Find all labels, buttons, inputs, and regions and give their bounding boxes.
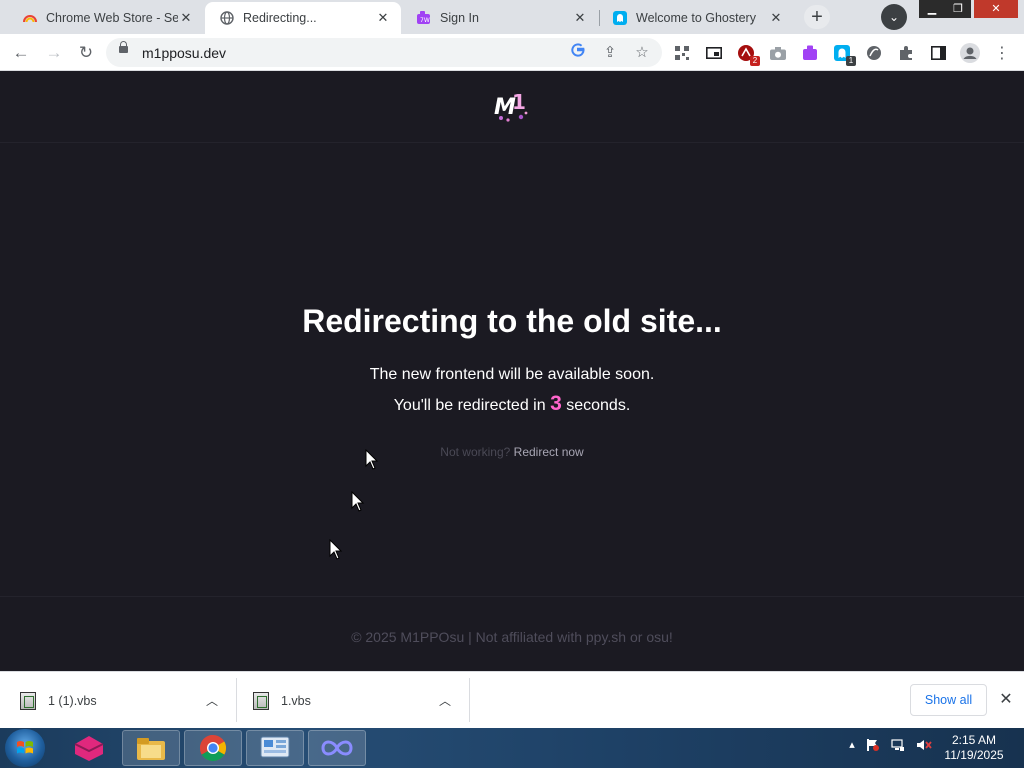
ghostery-icon <box>612 10 628 26</box>
back-button[interactable]: ← <box>8 40 34 66</box>
windows-logo-icon <box>17 741 33 754</box>
mouse-cursor-icon <box>351 491 365 512</box>
tab-redirecting[interactable]: Redirecting... ✕ <box>205 2 401 34</box>
address-bar[interactable]: m1pposu.dev ⇪ ☆ <box>106 38 662 67</box>
redirect-now-link[interactable]: Redirect now <box>514 445 584 459</box>
tab-chrome-web-store[interactable]: Chrome Web Store - Sea ✕ <box>8 2 204 34</box>
close-icon[interactable]: ✕ <box>996 688 1016 712</box>
profile-avatar-icon[interactable] <box>959 42 981 64</box>
tab-ghostery[interactable]: Welcome to Ghostery ✕ <box>598 2 794 34</box>
tab-title: Redirecting... <box>243 11 317 25</box>
network-icon[interactable] <box>891 738 905 754</box>
download-filename: 1.vbs <box>281 693 311 708</box>
picture-in-picture-icon[interactable] <box>703 42 725 64</box>
footer-text: © 2025 M1PPOsu | Not affiliated with ppy… <box>351 629 673 645</box>
start-button[interactable] <box>5 729 45 767</box>
share-icon[interactable]: ⇪ <box>600 43 620 63</box>
action-center-flag-icon[interactable] <box>866 738 880 754</box>
kraken-app-icon <box>74 736 104 761</box>
extensions-puzzle-icon[interactable] <box>895 42 917 64</box>
download-item[interactable]: 1.vbs <box>233 672 469 729</box>
globe-icon <box>219 10 235 26</box>
page-title: Redirecting to the old site... <box>302 303 722 339</box>
lock-icon[interactable] <box>119 41 128 53</box>
leaf-extension-icon[interactable] <box>863 42 885 64</box>
svg-text:1: 1 <box>512 90 526 114</box>
countdown-value: 3 <box>550 392 562 415</box>
extension-badge: 1 <box>846 56 856 66</box>
not-working-label: Not working? <box>440 445 511 459</box>
new-tab-button[interactable]: + <box>804 5 830 29</box>
close-icon[interactable]: ✕ <box>178 10 194 26</box>
site-header: M 1 <box>0 71 1024 143</box>
control-panel-icon <box>260 736 290 758</box>
extension-teal-icon[interactable]: 1 <box>831 42 856 66</box>
url-text[interactable]: m1pposu.dev <box>142 45 226 61</box>
qr-code-icon[interactable] <box>671 42 693 64</box>
restore-button[interactable]: ❐ <box>945 0 971 18</box>
mouse-cursor-icon <box>329 539 343 560</box>
availability-message: The new frontend will be available soon. <box>369 366 655 383</box>
chevron-up-icon[interactable]: ︿ <box>206 692 218 709</box>
taskbar-chrome[interactable] <box>184 730 242 766</box>
volume-muted-icon[interactable] <box>916 738 932 754</box>
divider <box>469 678 470 722</box>
minimize-button[interactable]: ▁ <box>919 0 945 18</box>
tab-search-button[interactable]: ⌄ <box>881 4 907 30</box>
close-icon[interactable]: ✕ <box>768 10 784 26</box>
browser-toolbar: ← → ↻ m1pposu.dev ⇪ ☆ 2 1 ⋮ <box>0 34 1024 71</box>
countdown-prefix: You'll be redirected in <box>393 397 546 414</box>
window-close-button[interactable]: ✕ <box>974 0 1018 18</box>
side-panel-icon[interactable] <box>927 42 949 64</box>
fallback-line: Not working? Redirect now <box>0 445 1024 459</box>
tab-title: Sign In <box>440 11 479 25</box>
countdown-message: You'll be redirected in 3 seconds. <box>0 392 1024 416</box>
download-filename: 1 (1).vbs <box>48 693 97 708</box>
downloads-shelf: 1 (1).vbs ︿ 1.vbs ︿ Show all ✕ <box>0 671 1024 728</box>
clock-date: 11/19/2025 <box>944 748 1004 762</box>
camera-icon[interactable] <box>767 42 789 64</box>
folder-icon <box>137 738 165 760</box>
script-file-icon <box>253 691 269 710</box>
redirect-page: M 1 Redirecting to the old site... The n… <box>0 71 1024 671</box>
tab-sign-in[interactable]: 7W Sign In ✕ <box>402 2 598 34</box>
extension-red-icon[interactable]: 2 <box>735 42 760 66</box>
google-icon[interactable] <box>568 43 588 63</box>
tab-title: Welcome to Ghostery <box>636 11 756 25</box>
script-file-icon <box>20 691 36 710</box>
windows-taskbar: ▴ 2:15 AM 11/19/2025 <box>0 728 1024 768</box>
infinity-icon <box>321 740 353 756</box>
taskbar-file-explorer[interactable] <box>122 730 180 766</box>
extension-badge: 2 <box>750 56 760 66</box>
star-icon[interactable]: ☆ <box>632 43 652 63</box>
close-icon[interactable]: ✕ <box>375 10 391 26</box>
reload-button[interactable]: ↻ <box>73 40 99 66</box>
countdown-suffix: seconds. <box>566 397 631 414</box>
download-item[interactable]: 1 (1).vbs <box>0 672 236 729</box>
site-footer: © 2025 M1PPOsu | Not affiliated with ppy… <box>0 596 1024 671</box>
clock-time: 2:15 AM <box>951 733 997 747</box>
tab-strip: Chrome Web Store - Sea ✕ Redirecting... … <box>0 0 1024 34</box>
show-hidden-icons-icon[interactable]: ▴ <box>845 738 859 754</box>
taskbar-control-panel[interactable] <box>246 730 304 766</box>
close-icon[interactable]: ✕ <box>572 10 588 26</box>
puzzle-icon: 7W <box>416 10 432 26</box>
mouse-cursor-icon <box>365 449 379 470</box>
taskbar-app-gitkraken[interactable] <box>60 730 118 766</box>
more-menu-icon[interactable]: ⋮ <box>991 42 1013 64</box>
tab-title: Chrome Web Store - Sea <box>46 11 178 25</box>
taskbar-app-infinity[interactable] <box>308 730 366 766</box>
puzzle-extension-icon[interactable] <box>799 42 821 64</box>
show-all-button[interactable]: Show all <box>910 684 987 716</box>
chevron-up-icon[interactable]: ︿ <box>439 692 451 709</box>
rainbow-icon <box>22 10 38 26</box>
chrome-icon <box>199 734 227 762</box>
site-logo[interactable]: M 1 <box>493 87 531 125</box>
taskbar-clock[interactable]: 2:15 AM 11/19/2025 <box>938 733 1010 763</box>
svg-text:7W: 7W <box>420 17 430 24</box>
forward-button[interactable]: → <box>41 40 67 66</box>
